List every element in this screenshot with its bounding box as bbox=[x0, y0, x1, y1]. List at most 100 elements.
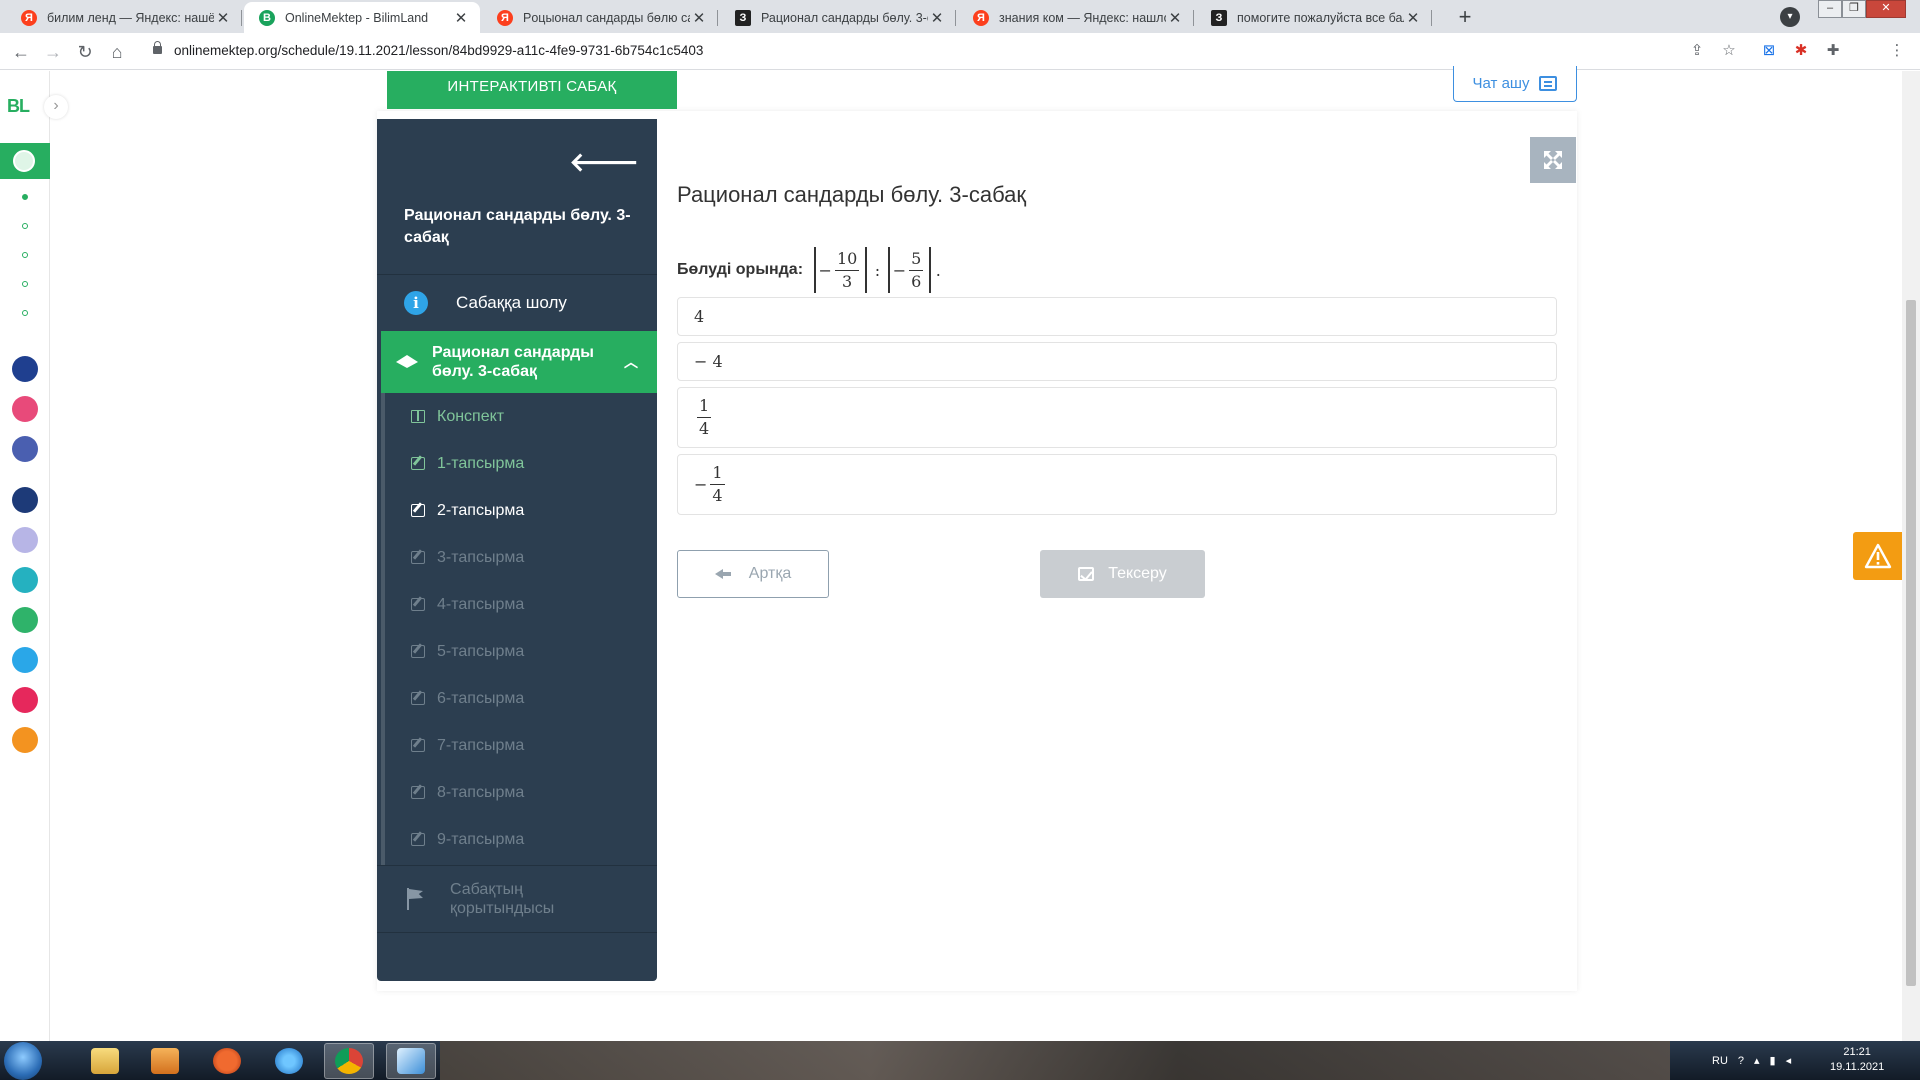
address-bar[interactable]: onlinemektep.org/schedule/19.11.2021/les… bbox=[174, 43, 703, 58]
sidebar-item-overview[interactable]: i Сабаққа шолу bbox=[377, 275, 657, 331]
app-icon[interactable] bbox=[12, 436, 38, 462]
answer-option-3[interactable]: 1 4 bbox=[677, 387, 1557, 448]
puzzle-icon[interactable]: ✚ bbox=[1824, 42, 1842, 60]
browser-tab-5[interactable]: З помогите пожалуйста все балы ✕ bbox=[1196, 2, 1432, 33]
check-label: Тексеру bbox=[1108, 565, 1167, 582]
answer-option-2[interactable]: − 4 bbox=[677, 342, 1557, 381]
share-icon[interactable]: ⇪ bbox=[1688, 42, 1706, 60]
open-chat-button[interactable]: Чат ашу bbox=[1453, 66, 1577, 102]
app-icon[interactable] bbox=[12, 687, 38, 713]
forward-arrow-icon[interactable]: → bbox=[42, 41, 64, 63]
tab-search-icon[interactable]: ▾ bbox=[1780, 7, 1800, 27]
network-icon[interactable]: ▮ bbox=[1770, 1054, 1776, 1067]
nav-dot[interactable] bbox=[22, 281, 28, 287]
app-icon[interactable] bbox=[12, 647, 38, 673]
check-button[interactable]: Тексеру bbox=[1040, 550, 1205, 598]
star-icon[interactable]: ☆ bbox=[1720, 42, 1738, 60]
close-icon[interactable]: ✕ bbox=[452, 9, 470, 27]
language-indicator[interactable]: RU bbox=[1712, 1055, 1728, 1067]
arrow-left-icon[interactable]: 🡐 bbox=[569, 147, 639, 178]
volume-icon[interactable]: ◂ bbox=[1786, 1054, 1792, 1067]
answer-option-1[interactable]: 4 bbox=[677, 297, 1557, 336]
edit-icon bbox=[411, 457, 425, 470]
reload-icon[interactable]: ↻ bbox=[74, 41, 96, 63]
close-icon[interactable]: ✕ bbox=[1404, 9, 1422, 27]
sidebar-item-task-4[interactable]: 4-тапсырма bbox=[385, 581, 661, 628]
tab-title: Рoцыонал сандарды бөлю саба bbox=[523, 10, 690, 25]
taskbar-internet-explorer[interactable] bbox=[264, 1043, 314, 1079]
app-icon[interactable] bbox=[12, 607, 38, 633]
minimize-button[interactable]: – bbox=[1818, 0, 1842, 18]
sidebar-item-task-9[interactable]: 9-тапсырма bbox=[385, 816, 661, 863]
sidebar-item-task-3[interactable]: 3-тапсырма bbox=[385, 534, 661, 581]
app-icon[interactable] bbox=[12, 727, 38, 753]
chat-icon bbox=[1539, 76, 1558, 91]
menu-icon[interactable]: ⋮ bbox=[1888, 42, 1906, 60]
sidebar-item-konspekt[interactable]: Конспект bbox=[385, 393, 661, 440]
app-icon[interactable] bbox=[12, 567, 38, 593]
edit-icon bbox=[411, 786, 425, 799]
edit-icon bbox=[411, 645, 425, 658]
new-tab-button[interactable]: + bbox=[1452, 5, 1478, 31]
help-icon[interactable]: ? bbox=[1738, 1055, 1744, 1067]
app-online-mektep[interactable] bbox=[0, 143, 50, 179]
taskbar-app[interactable] bbox=[386, 1043, 436, 1079]
taskbar-chrome[interactable] bbox=[324, 1043, 374, 1079]
app-icon[interactable] bbox=[12, 487, 38, 513]
taskbar-clock[interactable]: 21:21 19.11.2021 bbox=[1830, 1045, 1884, 1075]
sidebar-module-current[interactable]: Рационал сандарды бөлу. 3-сабақ ︿ bbox=[381, 331, 657, 393]
arrow-left-icon bbox=[714, 569, 731, 579]
app-icon[interactable] bbox=[12, 356, 38, 382]
nav-dot[interactable] bbox=[22, 194, 28, 200]
browser-tab-1[interactable]: B OnlineMektep - BilimLand ✕ bbox=[244, 2, 480, 33]
nav-dot[interactable] bbox=[22, 223, 28, 229]
sidebar-item-conclusion[interactable]: Сабақтың қорытындысы bbox=[377, 865, 657, 933]
lock-icon bbox=[153, 41, 162, 54]
question-prompt: Бөлуді орында: bbox=[677, 261, 804, 278]
taskbar-film-app[interactable] bbox=[202, 1043, 252, 1079]
sidebar-item-task-8[interactable]: 8-тапсырма bbox=[385, 769, 661, 816]
taskbar-media-player[interactable] bbox=[140, 1043, 190, 1079]
numerator: 1 bbox=[697, 397, 712, 418]
report-problem-button[interactable] bbox=[1853, 532, 1903, 580]
sidebar-item-task-2[interactable]: 2-тапсырма bbox=[385, 487, 661, 534]
sidebar-item-task-6[interactable]: 6-тапсырма bbox=[385, 675, 661, 722]
sidebar-item-task-7[interactable]: 7-тапсырма bbox=[385, 722, 661, 769]
close-icon[interactable]: ✕ bbox=[1166, 9, 1184, 27]
answer-option-4[interactable]: − 1 4 bbox=[677, 454, 1557, 515]
scrollbar-thumb[interactable] bbox=[1906, 300, 1916, 986]
search-extension-icon[interactable]: ⊠ bbox=[1760, 42, 1778, 60]
home-icon[interactable]: ⌂ bbox=[106, 41, 128, 63]
tray-expand-icon[interactable]: ▴ bbox=[1754, 1054, 1760, 1067]
browser-tab-3[interactable]: З Рационал сандарды бөлу. 3-саб ✕ bbox=[720, 2, 956, 33]
app-icon[interactable] bbox=[12, 527, 38, 553]
fullscreen-button[interactable] bbox=[1530, 137, 1576, 183]
edit-icon bbox=[411, 598, 425, 611]
app-icon[interactable] bbox=[12, 396, 38, 422]
check-square-icon bbox=[1078, 567, 1095, 581]
browser-tab-0[interactable]: Я билим ленд — Яндекс: нашёлс ✕ bbox=[6, 2, 242, 33]
close-icon[interactable]: ✕ bbox=[690, 9, 708, 27]
yandex-icon: Я bbox=[973, 9, 989, 26]
internet-explorer-icon bbox=[275, 1048, 303, 1074]
sidebar-item-task-5[interactable]: 5-тапсырма bbox=[385, 628, 661, 675]
znanija-icon: З bbox=[1211, 9, 1227, 26]
browser-tab-2[interactable]: Я Рoцыонал сандарды бөлю саба ✕ bbox=[482, 2, 718, 33]
extension-icon[interactable]: ✱ bbox=[1792, 42, 1810, 60]
chevron-right-icon[interactable]: › bbox=[44, 95, 68, 119]
window-close-button[interactable]: ✕ bbox=[1866, 0, 1906, 18]
close-icon[interactable]: ✕ bbox=[214, 9, 232, 27]
start-button[interactable] bbox=[4, 1042, 42, 1080]
bilimland-logo[interactable]: BL bbox=[7, 96, 30, 117]
taskbar-explorer[interactable] bbox=[80, 1043, 130, 1079]
nav-dot[interactable] bbox=[22, 310, 28, 316]
back-arrow-icon[interactable]: ← bbox=[10, 41, 32, 63]
chevron-up-icon[interactable]: ︿ bbox=[624, 352, 638, 372]
lesson-sidebar-title: Рационал сандарды бөлу. 3-сабақ bbox=[404, 207, 631, 246]
nav-dot[interactable] bbox=[22, 252, 28, 258]
close-icon[interactable]: ✕ bbox=[928, 9, 946, 27]
maximize-button[interactable]: ❐ bbox=[1842, 0, 1866, 18]
back-button[interactable]: Артқа bbox=[677, 550, 829, 598]
sidebar-item-task-1[interactable]: 1-тапсырма bbox=[385, 440, 661, 487]
browser-tab-4[interactable]: Я знания ком — Яндекс: нашлось ✕ bbox=[958, 2, 1194, 33]
